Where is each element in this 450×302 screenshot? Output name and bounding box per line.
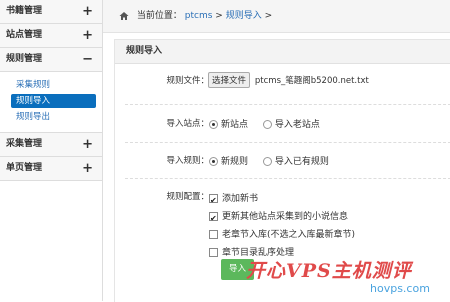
sidebar-section-books[interactable]: 书籍管理 +	[0, 0, 102, 24]
config-option: 更新其他站点采集到的小说信息	[222, 212, 349, 222]
config-checkbox-add-books[interactable]	[209, 192, 218, 210]
rule-radio-new[interactable]	[209, 157, 218, 166]
sidebar-section-sites[interactable]: 站点管理 +	[0, 24, 102, 48]
divider	[125, 178, 450, 179]
rule-radio-existing[interactable]	[262, 157, 272, 166]
rule-option-existing: 导入已有规则	[274, 157, 329, 167]
breadcrumb-prefix: 当前位置：	[136, 11, 182, 21]
sidebar-item-collect-rules[interactable]: 采集规则	[11, 78, 96, 92]
expand-icon: +	[82, 161, 93, 176]
section-label: 采集管理	[6, 139, 43, 149]
config-checkbox-reorder[interactable]	[209, 248, 218, 257]
choose-file-button[interactable]: 选择文件	[208, 72, 251, 88]
sidebar-section-collect[interactable]: 采集管理 +	[0, 133, 102, 157]
breadcrumb: 当前位置： ptcms > 规则导入 >	[103, 0, 450, 33]
config-label: 规则配置：	[166, 192, 209, 202]
sidebar: 书籍管理 + 站点管理 + 规则管理 − 采集规则 规则导入 规则导出 采集管理 + 单…	[0, 0, 103, 301]
breadcrumb-current[interactable]: 规则导入	[226, 11, 262, 21]
site-radio-new[interactable]	[209, 120, 218, 129]
collapse-icon: −	[82, 52, 93, 67]
section-label: 单页管理	[6, 163, 43, 173]
home-icon[interactable]	[119, 11, 129, 21]
config-checkbox-update-info[interactable]	[209, 210, 218, 228]
sidebar-item-rule-import[interactable]: 规则导入	[11, 94, 96, 108]
rule-option-new: 新规则	[221, 157, 249, 167]
section-label: 站点管理	[6, 30, 43, 40]
rule-label: 导入规则：	[166, 156, 209, 166]
expand-icon: +	[82, 28, 93, 43]
expand-icon: +	[82, 137, 93, 152]
sidebar-item-rule-export[interactable]: 规则导出	[11, 110, 96, 124]
site-option-new: 新站点	[221, 120, 249, 130]
file-name: ptcms_笔趣阁b5200.net.txt	[254, 76, 369, 86]
file-label: 规则文件：	[166, 76, 209, 86]
config-option: 老章节入库(不选之入库最新章节)	[222, 230, 356, 240]
expand-icon: +	[82, 4, 93, 19]
rules-submenu: 采集规则 规则导入 规则导出	[0, 72, 102, 133]
panel-title: 规则导入	[115, 40, 450, 64]
sidebar-section-pages[interactable]: 单页管理 +	[0, 157, 102, 181]
section-label: 规则管理	[6, 54, 43, 64]
config-checkbox-old-chapters[interactable]	[209, 230, 218, 239]
section-label: 书籍管理	[6, 6, 43, 16]
site-label: 导入站点：	[166, 119, 209, 129]
config-option: 添加新书	[222, 194, 259, 204]
site-option-existing: 导入老站点	[274, 120, 320, 130]
divider	[125, 142, 450, 143]
watermark-logo: 开心VPS主机测评	[246, 260, 412, 282]
sidebar-section-rules[interactable]: 规则管理 −	[0, 48, 102, 72]
divider	[125, 104, 450, 105]
breadcrumb-sep: >	[215, 11, 223, 21]
site-radio-existing[interactable]	[262, 120, 272, 129]
watermark-url: hovps.com	[370, 282, 430, 295]
breadcrumb-root[interactable]: ptcms	[185, 11, 213, 21]
breadcrumb-sep: >	[264, 11, 273, 21]
